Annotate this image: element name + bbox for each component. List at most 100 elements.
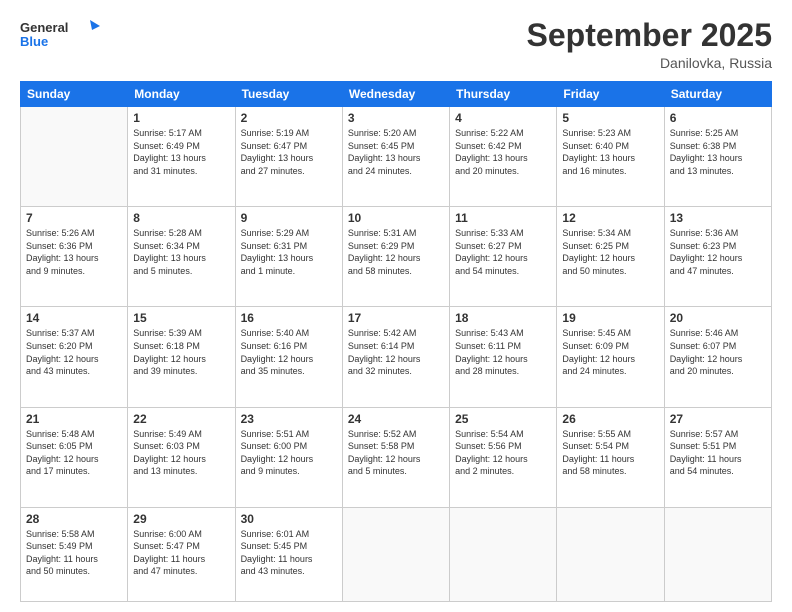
- day-info: Sunrise: 5:40 AMSunset: 6:16 PMDaylight:…: [241, 327, 337, 377]
- table-row: 28 Sunrise: 5:58 AMSunset: 5:49 PMDayligh…: [21, 507, 128, 601]
- table-row: 1 Sunrise: 5:17 AMSunset: 6:49 PMDaylight…: [128, 107, 235, 207]
- table-row: 30 Sunrise: 6:01 AMSunset: 5:45 PMDayligh…: [235, 507, 342, 601]
- header-monday: Monday: [128, 82, 235, 107]
- table-row: 19Sunrise: 5:45 AMSunset: 6:09 PMDayligh…: [557, 307, 664, 407]
- table-row: [450, 507, 557, 601]
- day-info: Sunrise: 5:31 AMSunset: 6:29 PMDaylight:…: [348, 227, 444, 277]
- table-row: 11Sunrise: 5:33 AMSunset: 6:27 PMDayligh…: [450, 207, 557, 307]
- day-number: 6: [670, 111, 766, 125]
- day-number: 14: [26, 311, 122, 325]
- day-info: Sunrise: 5:58 AMSunset: 5:49 PMDaylight:…: [26, 528, 122, 578]
- day-info: Sunrise: 5:25 AMSunset: 6:38 PMDaylight:…: [670, 127, 766, 177]
- table-row: 6 Sunrise: 5:25 AMSunset: 6:38 PMDaylight…: [664, 107, 771, 207]
- day-info: Sunrise: 5:26 AMSunset: 6:36 PMDaylight:…: [26, 227, 122, 277]
- header-wednesday: Wednesday: [342, 82, 449, 107]
- table-row: 17 Sunrise: 5:42 AMSunset: 6:14 PMDayligh…: [342, 307, 449, 407]
- table-row: 12 Sunrise: 5:34 AMSunset: 6:25 PMDayligh…: [557, 207, 664, 307]
- day-info: Sunrise: 5:43 AMSunset: 6:11 PMDaylight:…: [455, 327, 551, 377]
- day-info: Sunrise: 5:22 AMSunset: 6:42 PMDaylight:…: [455, 127, 551, 177]
- header-tuesday: Tuesday: [235, 82, 342, 107]
- day-info: Sunrise: 5:37 AMSunset: 6:20 PMDaylight:…: [26, 327, 122, 377]
- table-row: 20Sunrise: 5:46 AMSunset: 6:07 PMDayligh…: [664, 307, 771, 407]
- day-number: 3: [348, 111, 444, 125]
- day-number: 7: [26, 211, 122, 225]
- day-info: Sunrise: 5:42 AMSunset: 6:14 PMDaylight:…: [348, 327, 444, 377]
- day-info: Sunrise: 5:36 AMSunset: 6:23 PMDaylight:…: [670, 227, 766, 277]
- table-row: 29 Sunrise: 6:00 AMSunset: 5:47 PMDayligh…: [128, 507, 235, 601]
- table-row: 7 Sunrise: 5:26 AMSunset: 6:36 PMDaylight…: [21, 207, 128, 307]
- day-number: 9: [241, 211, 337, 225]
- title-block: September 2025 Danilovka, Russia: [527, 18, 772, 71]
- day-info: Sunrise: 5:19 AMSunset: 6:47 PMDaylight:…: [241, 127, 337, 177]
- table-row: 8Sunrise: 5:28 AMSunset: 6:34 PMDaylight…: [128, 207, 235, 307]
- day-number: 17: [348, 311, 444, 325]
- day-number: 2: [241, 111, 337, 125]
- header-thursday: Thursday: [450, 82, 557, 107]
- day-number: 13: [670, 211, 766, 225]
- day-number: 12: [562, 211, 658, 225]
- day-number: 1: [133, 111, 229, 125]
- day-number: 15: [133, 311, 229, 325]
- table-row: 21 Sunrise: 5:48 AMSunset: 6:05 PMDayligh…: [21, 407, 128, 507]
- day-info: Sunrise: 5:17 AMSunset: 6:49 PMDaylight:…: [133, 127, 229, 177]
- day-number: 29: [133, 512, 229, 526]
- table-row: 14 Sunrise: 5:37 AMSunset: 6:20 PMDayligh…: [21, 307, 128, 407]
- day-number: 24: [348, 412, 444, 426]
- month-title: September 2025: [527, 18, 772, 53]
- table-row: 3 Sunrise: 5:20 AMSunset: 6:45 PMDaylight…: [342, 107, 449, 207]
- table-row: 15 Sunrise: 5:39 AMSunset: 6:18 PMDayligh…: [128, 307, 235, 407]
- day-number: 4: [455, 111, 551, 125]
- table-row: 2 Sunrise: 5:19 AMSunset: 6:47 PMDaylight…: [235, 107, 342, 207]
- table-row: 26 Sunrise: 5:55 AMSunset: 5:54 PMDayligh…: [557, 407, 664, 507]
- day-number: 26: [562, 412, 658, 426]
- day-info: Sunrise: 5:55 AMSunset: 5:54 PMDaylight:…: [562, 428, 658, 478]
- calendar-table: Sunday Monday Tuesday Wednesday Thursday…: [20, 81, 772, 602]
- table-row: [664, 507, 771, 601]
- header-friday: Friday: [557, 82, 664, 107]
- day-info: Sunrise: 6:01 AMSunset: 5:45 PMDaylight:…: [241, 528, 337, 578]
- table-row: 10 Sunrise: 5:31 AMSunset: 6:29 PMDayligh…: [342, 207, 449, 307]
- day-info: Sunrise: 6:00 AMSunset: 5:47 PMDaylight:…: [133, 528, 229, 578]
- logo-svg: General Blue: [20, 18, 100, 52]
- day-info: Sunrise: 5:39 AMSunset: 6:18 PMDaylight:…: [133, 327, 229, 377]
- day-info: Sunrise: 5:23 AMSunset: 6:40 PMDaylight:…: [562, 127, 658, 177]
- table-row: 23 Sunrise: 5:51 AMSunset: 6:00 PMDayligh…: [235, 407, 342, 507]
- day-number: 27: [670, 412, 766, 426]
- table-row: 16 Sunrise: 5:40 AMSunset: 6:16 PMDayligh…: [235, 307, 342, 407]
- location: Danilovka, Russia: [527, 55, 772, 71]
- day-info: Sunrise: 5:34 AMSunset: 6:25 PMDaylight:…: [562, 227, 658, 277]
- day-info: Sunrise: 5:33 AMSunset: 6:27 PMDaylight:…: [455, 227, 551, 277]
- table-row: [21, 107, 128, 207]
- day-info: Sunrise: 5:52 AMSunset: 5:58 PMDaylight:…: [348, 428, 444, 478]
- table-row: [557, 507, 664, 601]
- day-info: Sunrise: 5:51 AMSunset: 6:00 PMDaylight:…: [241, 428, 337, 478]
- table-row: 9 Sunrise: 5:29 AMSunset: 6:31 PMDaylight…: [235, 207, 342, 307]
- table-row: [342, 507, 449, 601]
- day-number: 18: [455, 311, 551, 325]
- day-number: 23: [241, 412, 337, 426]
- day-info: Sunrise: 5:29 AMSunset: 6:31 PMDaylight:…: [241, 227, 337, 277]
- header-saturday: Saturday: [664, 82, 771, 107]
- day-info: Sunrise: 5:28 AMSunset: 6:34 PMDaylight:…: [133, 227, 229, 277]
- day-info: Sunrise: 5:48 AMSunset: 6:05 PMDaylight:…: [26, 428, 122, 478]
- day-info: Sunrise: 5:20 AMSunset: 6:45 PMDaylight:…: [348, 127, 444, 177]
- table-row: 22Sunrise: 5:49 AMSunset: 6:03 PMDayligh…: [128, 407, 235, 507]
- svg-text:General: General: [20, 20, 68, 35]
- weekday-header-row: Sunday Monday Tuesday Wednesday Thursday…: [21, 82, 772, 107]
- day-number: 16: [241, 311, 337, 325]
- day-info: Sunrise: 5:49 AMSunset: 6:03 PMDaylight:…: [133, 428, 229, 478]
- day-number: 28: [26, 512, 122, 526]
- day-number: 5: [562, 111, 658, 125]
- day-number: 30: [241, 512, 337, 526]
- table-row: 4 Sunrise: 5:22 AMSunset: 6:42 PMDaylight…: [450, 107, 557, 207]
- day-number: 21: [26, 412, 122, 426]
- day-number: 25: [455, 412, 551, 426]
- table-row: 27 Sunrise: 5:57 AMSunset: 5:51 PMDayligh…: [664, 407, 771, 507]
- table-row: 13 Sunrise: 5:36 AMSunset: 6:23 PMDayligh…: [664, 207, 771, 307]
- day-info: Sunrise: 5:57 AMSunset: 5:51 PMDaylight:…: [670, 428, 766, 478]
- day-number: 10: [348, 211, 444, 225]
- header: General Blue September 2025 Danilovka, R…: [20, 18, 772, 71]
- page: General Blue September 2025 Danilovka, R…: [0, 0, 792, 612]
- day-number: 19: [562, 311, 658, 325]
- day-number: 20: [670, 311, 766, 325]
